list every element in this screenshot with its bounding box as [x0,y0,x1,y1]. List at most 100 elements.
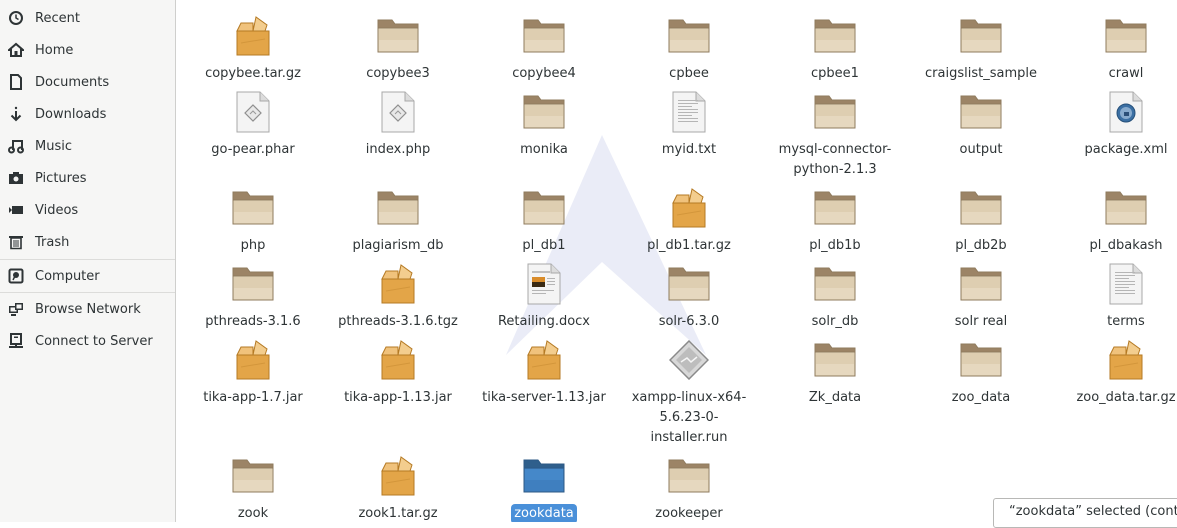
folder-icon [665,452,713,500]
status-bar: “zookdata” selected (contair [993,498,1177,528]
sidebar-item-videos[interactable]: Videos [0,195,175,225]
script-file-icon [374,88,422,136]
file-name: craigslist_sample [925,66,1037,81]
status-text: “zookdata” selected (contair [1009,504,1177,519]
script-file-icon [229,88,277,136]
file-name: Zk_data [808,390,862,405]
sidebar-item-downloads[interactable]: Downloads [0,99,175,129]
sidebar-item-home[interactable]: Home [0,35,175,65]
folder-icon [957,88,1005,136]
file-item[interactable]: go-pear.phar [183,88,323,160]
file-item[interactable]: php [183,184,323,256]
folder-icon [520,88,568,136]
file-item[interactable]: copybee4 [474,12,614,84]
file-item[interactable]: cpbee1 [765,12,905,84]
file-name: copybee3 [366,66,430,81]
file-item[interactable]: pl_db1.tar.gz [619,184,759,256]
file-item[interactable]: copybee3 [328,12,468,84]
file-name: pl_db1 [522,238,566,253]
sidebar-item-browse-network[interactable]: Browse Network [0,294,175,324]
file-item[interactable]: solr_db [765,260,905,332]
sidebar-item-computer[interactable]: Computer [0,261,175,291]
file-name: solr-6.3.0 [658,314,720,329]
folder-icon [665,12,713,60]
sidebar-item-trash[interactable]: Trash [0,227,175,257]
sidebar-separator [0,292,175,293]
file-item[interactable]: mysql-connector-python-2.1.3 [765,88,905,180]
file-name: pthreads-3.1.6.tgz [338,314,458,329]
file-item[interactable]: tika-server-1.13.jar [474,336,614,408]
text-file-icon [665,88,713,136]
file-item[interactable]: zook1.tar.gz [328,452,468,522]
file-item[interactable]: package.xml [1056,88,1177,160]
sidebar-item-music[interactable]: Music [0,131,175,161]
sidebar-item-label: Pictures [35,170,87,186]
file-item[interactable]: pthreads-3.1.6 [183,260,323,332]
sidebar-item-label: Downloads [35,106,107,122]
file-name: copybee4 [512,66,576,81]
sidebar-item-pictures[interactable]: Pictures [0,163,175,193]
file-item[interactable]: index.php [328,88,468,160]
file-item[interactable]: solr-6.3.0 [619,260,759,332]
archive-icon [1102,336,1150,384]
file-item[interactable]: monika [474,88,614,160]
file-item[interactable]: pthreads-3.1.6.tgz [328,260,468,332]
file-item[interactable]: zoo_data [911,336,1051,408]
video-icon [8,202,24,218]
file-item[interactable]: pl_db2b [911,184,1051,256]
file-item[interactable]: tika-app-1.13.jar [328,336,468,408]
file-item[interactable]: pl_db1b [765,184,905,256]
file-item[interactable]: pl_dbakash [1056,184,1177,256]
file-item[interactable]: cpbee [619,12,759,84]
folder-icon [520,12,568,60]
file-name: monika [520,142,568,157]
folder-icon [811,88,859,136]
file-name: go-pear.phar [211,142,295,157]
file-name: terms [1107,314,1145,329]
file-name: mysql-connector-python-2.1.3 [778,142,892,177]
sidebar-item-documents[interactable]: Documents [0,67,175,97]
file-item[interactable]: copybee.tar.gz [183,12,323,84]
file-item[interactable]: crawl [1056,12,1177,84]
file-item[interactable]: zookeeper [619,452,759,522]
archive-icon [374,452,422,500]
file-name: zoo_data.tar.gz [1076,390,1176,405]
file-item[interactable]: tika-app-1.7.jar [183,336,323,408]
archive-icon [520,336,568,384]
folder-icon [811,184,859,232]
sidebar-item-connect-to-server[interactable]: Connect to Server [0,326,175,356]
file-item[interactable]: myid.txt [619,88,759,160]
folder-icon [811,12,859,60]
folder-icon [229,260,277,308]
file-name: cpbee [669,66,709,81]
file-item[interactable]: zook [183,452,323,522]
sidebar-item-recent[interactable]: Recent [0,3,175,33]
file-name: zook1.tar.gz [358,506,438,521]
archive-icon [229,12,277,60]
sidebar-item-label: Trash [35,234,70,250]
sidebar-item-label: Home [35,42,74,58]
file-item[interactable]: xampp-linux-x64-5.6.23-0-installer.run [619,336,759,448]
file-item[interactable]: zoo_data.tar.gz [1056,336,1177,408]
file-item[interactable]: zookdata [474,452,614,522]
file-item[interactable]: craigslist_sample [911,12,1051,84]
file-item[interactable]: Zk_data [765,336,905,408]
file-item[interactable]: Retailing.docx [474,260,614,332]
file-name: solr_db [811,314,859,329]
file-item[interactable]: solr real [911,260,1051,332]
file-name: xampp-linux-x64-5.6.23-0-installer.run [631,390,747,445]
file-item[interactable]: output [911,88,1051,160]
file-grid: copybee.tar.gz copybee3 copybee4 cpbee c… [176,0,1177,522]
file-name: myid.txt [661,142,717,157]
file-item[interactable]: plagiarism_db [328,184,468,256]
file-name: tika-server-1.13.jar [482,390,606,405]
file-name: package.xml [1084,142,1168,157]
file-item[interactable]: terms [1056,260,1177,332]
folder-icon [957,260,1005,308]
file-name: pl_db1b [809,238,861,253]
clock-icon [8,10,24,26]
file-item[interactable]: pl_db1 [474,184,614,256]
sidebar-item-label: Documents [35,74,110,90]
file-name: pthreads-3.1.6 [205,314,301,329]
sidebar-item-label: Browse Network [35,301,141,317]
